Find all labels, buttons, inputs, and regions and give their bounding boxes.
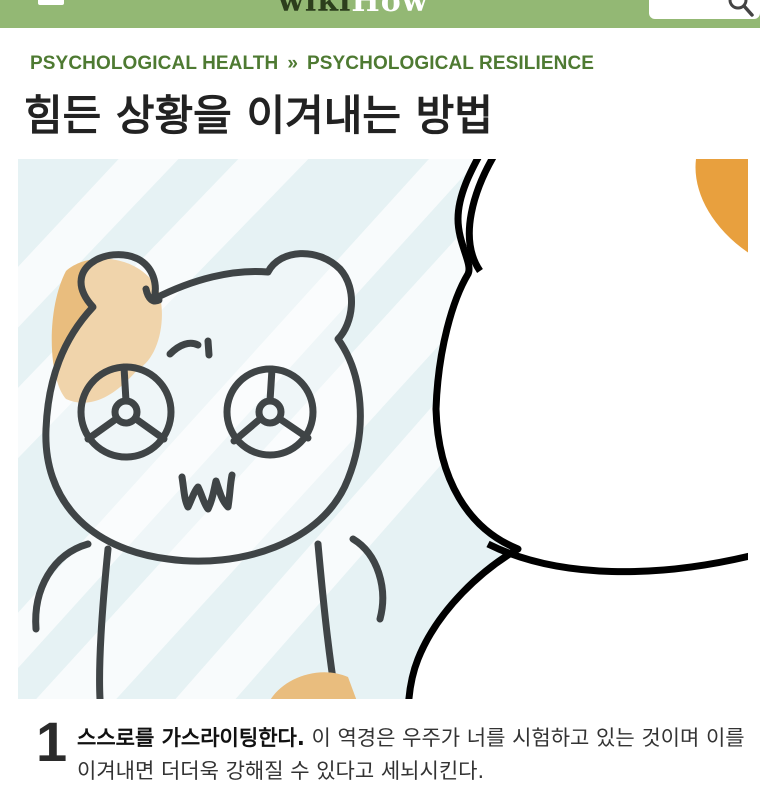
breadcrumb-separator: » — [287, 53, 298, 74]
site-logo[interactable]: wikiHow — [278, 0, 429, 19]
step-summary: 스스로를 가스라이팅한다. — [77, 726, 305, 750]
search-input[interactable] — [649, 0, 760, 19]
logo-wiki: wiki — [278, 0, 352, 19]
breadcrumb: PSYCHOLOGICAL HEALTH » PSYCHOLOGICAL RESIL… — [30, 53, 594, 75]
step-description: 스스로를 가스라이팅한다. 이 역경은 우주가 너를 시험하고 있는 것이며 이… — [77, 722, 747, 788]
step-illustration — [18, 159, 748, 699]
top-bar: wikiHow — [0, 0, 760, 28]
breadcrumb-link-psychological-health[interactable]: PSYCHOLOGICAL HEALTH — [30, 53, 278, 74]
page-title: 힘든 상황을 이겨내는 방법 — [24, 91, 493, 140]
breadcrumb-link-psychological-resilience[interactable]: PSYCHOLOGICAL RESILIENCE — [307, 53, 594, 74]
hamster-mirror-illustration — [18, 159, 748, 699]
menu-icon[interactable] — [38, 0, 64, 5]
search-icon[interactable] — [726, 0, 756, 18]
step-number: 1 — [36, 710, 68, 773]
logo-how: How — [351, 0, 429, 19]
